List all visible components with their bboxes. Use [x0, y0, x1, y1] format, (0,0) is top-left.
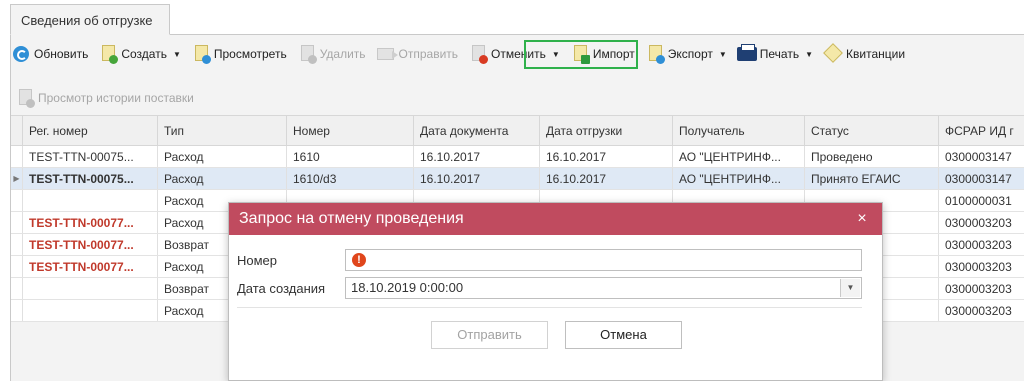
dialog-divider — [237, 307, 862, 308]
delete-button[interactable]: Удалить — [297, 42, 366, 66]
chevron-down-icon: ▼ — [718, 49, 727, 59]
creation-date-label: Дата создания — [237, 281, 326, 296]
column-header[interactable]: Дата отгрузки — [540, 116, 673, 145]
history-document-icon — [15, 88, 35, 108]
create-button[interactable]: Создать ▼ — [98, 42, 181, 66]
table-header: Рег. номер Тип Номер Дата документа Дата… — [11, 115, 1024, 146]
receipts-label: Квитанции — [846, 47, 906, 61]
column-header[interactable]: Рег. номер — [23, 116, 158, 145]
refresh-icon — [11, 44, 31, 64]
number-field[interactable]: ! — [345, 249, 862, 271]
dialog-title: Запрос на отмену проведения — [239, 210, 464, 227]
view-label: Просмотреть — [213, 47, 287, 61]
cancel-document-icon — [468, 44, 489, 64]
column-header[interactable]: Номер — [287, 116, 414, 145]
table-row-selected[interactable]: ▶ TEST-TTN-00075... Расход 1610/d3 16.10… — [11, 168, 1024, 190]
export-document-icon — [645, 44, 665, 64]
table-row[interactable]: TEST-TTN-00075... Расход 1610 16.10.2017… — [11, 146, 1024, 168]
column-header[interactable]: Статус — [805, 116, 939, 145]
cancel-button-highlight — [524, 40, 638, 69]
row-indicator-header — [11, 116, 23, 145]
chevron-down-icon: ▼ — [805, 49, 814, 59]
export-label: Экспорт — [667, 47, 713, 61]
chevron-down-icon[interactable]: ▼ — [840, 279, 860, 297]
cancel-posting-dialog: Запрос на отмену проведения × Номер ! Да… — [228, 202, 883, 381]
creation-date-field[interactable]: 18.10.2019 0:00:00 ▼ — [345, 277, 862, 299]
printer-icon — [736, 44, 757, 64]
receipt-icon — [823, 43, 843, 64]
dialog-header: Запрос на отмену проведения × — [229, 203, 882, 235]
delete-label: Удалить — [319, 47, 366, 61]
export-button[interactable]: Экспорт ▼ — [645, 42, 727, 66]
view-button[interactable]: Просмотреть — [191, 42, 287, 66]
view-history-button[interactable]: Просмотр истории поставки — [15, 86, 194, 110]
send-label: Отправить — [398, 47, 459, 61]
number-label: Номер — [237, 253, 278, 268]
creation-date-value: 18.10.2019 0:00:00 — [351, 280, 464, 295]
create-label: Создать — [121, 47, 167, 61]
cancel-dialog-button[interactable]: Отмена — [565, 321, 682, 349]
print-button[interactable]: Печать ▼ — [736, 42, 814, 66]
view-document-icon — [191, 44, 211, 64]
send-dialog-button[interactable]: Отправить — [431, 321, 548, 349]
print-label: Печать — [759, 47, 800, 61]
secondary-toolbar: Просмотр истории поставки — [15, 87, 204, 109]
close-icon[interactable]: × — [852, 210, 872, 228]
receipts-button[interactable]: Квитанции — [823, 42, 905, 66]
send-button[interactable]: Отправить — [376, 42, 459, 66]
delete-document-icon — [297, 44, 317, 64]
error-icon: ! — [352, 253, 366, 267]
tab-shipment-info[interactable]: Сведения об отгрузке — [10, 4, 170, 35]
refresh-label: Обновить — [34, 47, 89, 61]
column-header[interactable]: ФСРАР ИД г — [939, 116, 1024, 145]
create-document-icon — [98, 44, 119, 64]
column-header[interactable]: Дата документа — [414, 116, 540, 145]
row-pointer-icon: ▶ — [11, 168, 23, 189]
column-header[interactable]: Получатель — [673, 116, 805, 145]
toolbar: Обновить Создать ▼ Просмотреть Удалить О… — [11, 42, 915, 66]
chevron-down-icon: ▼ — [172, 49, 181, 59]
refresh-button[interactable]: Обновить — [11, 42, 88, 66]
history-label: Просмотр истории поставки — [38, 91, 194, 105]
send-envelope-icon — [376, 44, 398, 64]
column-header[interactable]: Тип — [158, 116, 287, 145]
